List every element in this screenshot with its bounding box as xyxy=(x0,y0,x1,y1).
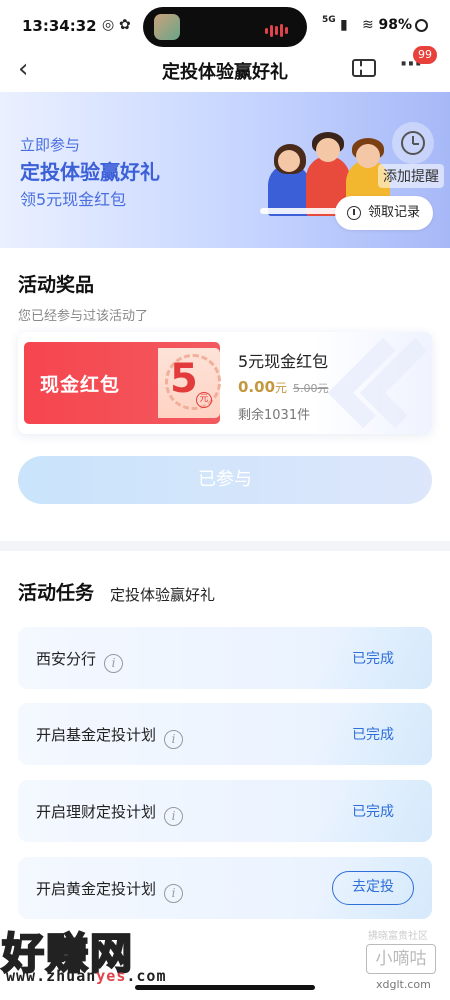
watermark-brand: 小嘀咕 xyxy=(366,944,436,974)
task-row: 西安分行 i 已完成 xyxy=(18,627,432,689)
info-icon[interactable]: i xyxy=(164,730,184,749)
page-title: 定投体验赢好礼 xyxy=(162,62,288,83)
task-name-text: 西安分行 xyxy=(36,650,97,668)
status-time: 13:34:32 xyxy=(22,17,97,35)
info-icon[interactable]: i xyxy=(164,884,184,903)
task-row: 开启黄金定投计划 i 去定投 xyxy=(18,857,432,919)
rewards-title: 活动奖品 xyxy=(18,274,95,296)
watermark-url: www.zhuanyes.com xyxy=(6,967,167,985)
task-name: 开启理财定投计划 i xyxy=(36,801,184,826)
task-name-text: 开启基金定投计划 xyxy=(36,726,157,744)
info-icon[interactable]: i xyxy=(164,807,184,826)
banner-reward: 领5元现金红包 xyxy=(20,190,127,209)
prize-name: 5元现金红包 xyxy=(238,352,329,371)
prize-price: 0.00元 5.00元 xyxy=(238,378,329,396)
price-value: 0.00 xyxy=(238,378,276,396)
dynamic-island xyxy=(143,7,307,47)
coupon-unit: 元 xyxy=(196,392,212,408)
go-invest-button[interactable]: 去定投 xyxy=(332,871,414,905)
signal-icon: ▮ xyxy=(340,17,348,33)
watermark-url-part: www.zhuan xyxy=(6,967,97,985)
section-divider xyxy=(0,541,450,551)
watermark-community: 拂晓富贵社区 xyxy=(368,931,428,942)
coupon-value-box: 5 元 xyxy=(158,348,221,418)
prize-stock: 剩余1031件 xyxy=(238,408,311,423)
network-5g-label: 5G xyxy=(322,15,336,25)
prize-card: 现金红包 5 元 5元现金红包 0.00元 5.00元 剩余1031件 xyxy=(18,332,432,434)
audio-wave-icon xyxy=(265,20,291,37)
battery-percent: 98% xyxy=(378,17,412,33)
tasks-title: 活动任务 xyxy=(18,582,95,604)
watermark-url-highlight: yes xyxy=(96,967,127,985)
home-indicator xyxy=(135,985,315,990)
claim-records-label: 领取记录 xyxy=(368,205,421,220)
weibo-icon: ◎ xyxy=(102,17,115,33)
claim-records-button[interactable]: 领取记录 xyxy=(335,196,433,230)
notification-badge: 99 xyxy=(413,46,437,64)
coupon-value: 5 xyxy=(170,356,198,402)
task-name: 开启黄金定投计划 i xyxy=(36,878,184,903)
ticket-icon[interactable] xyxy=(352,59,376,77)
wechat-icon: ✿ xyxy=(119,17,131,33)
price-unit: 元 xyxy=(275,381,288,395)
nav-bar: ‹ 定投体验赢好礼 ⋯ 99 xyxy=(0,46,450,92)
wifi-icon: ≋ xyxy=(362,17,374,33)
battery-icon xyxy=(415,19,428,32)
task-row: 开启基金定投计划 i 已完成 xyxy=(18,703,432,765)
info-icon[interactable]: i xyxy=(104,654,124,673)
call-avatar-icon xyxy=(154,14,180,40)
tasks-subtitle: 定投体验赢好礼 xyxy=(110,586,216,604)
task-status: 已完成 xyxy=(352,651,394,667)
task-name-text: 开启黄金定投计划 xyxy=(36,880,157,898)
banner-join-now: 立即参与 xyxy=(20,136,81,154)
add-reminder-label: 添加提醒 xyxy=(378,164,444,188)
task-status: 已完成 xyxy=(352,804,394,820)
status-bar: 13:34:32 ◎ ✿ 5G ▮ ≋ 98% xyxy=(0,0,450,50)
task-row: 开启理财定投计划 i 已完成 xyxy=(18,780,432,842)
add-reminder-button[interactable]: 添加提醒 xyxy=(378,118,446,190)
task-name-text: 开启理财定投计划 xyxy=(36,803,157,821)
records-icon xyxy=(347,206,361,220)
clock-icon xyxy=(401,131,425,155)
original-price: 5.00元 xyxy=(293,382,329,395)
task-name: 西安分行 i xyxy=(36,648,124,673)
task-status: 已完成 xyxy=(352,727,394,743)
task-name: 开启基金定投计划 i xyxy=(36,724,184,749)
cash-coupon: 现金红包 5 元 xyxy=(24,342,221,424)
rewards-subtitle: 您已经参与过该活动了 xyxy=(18,309,149,324)
joined-button[interactable]: 已参与 xyxy=(18,456,432,504)
watermark-brand-url: xdglt.com xyxy=(376,978,431,991)
banner-title: 定投体验赢好礼 xyxy=(20,160,160,184)
watermark-url-part: .com xyxy=(126,967,167,985)
coupon-label: 现金红包 xyxy=(40,374,121,396)
